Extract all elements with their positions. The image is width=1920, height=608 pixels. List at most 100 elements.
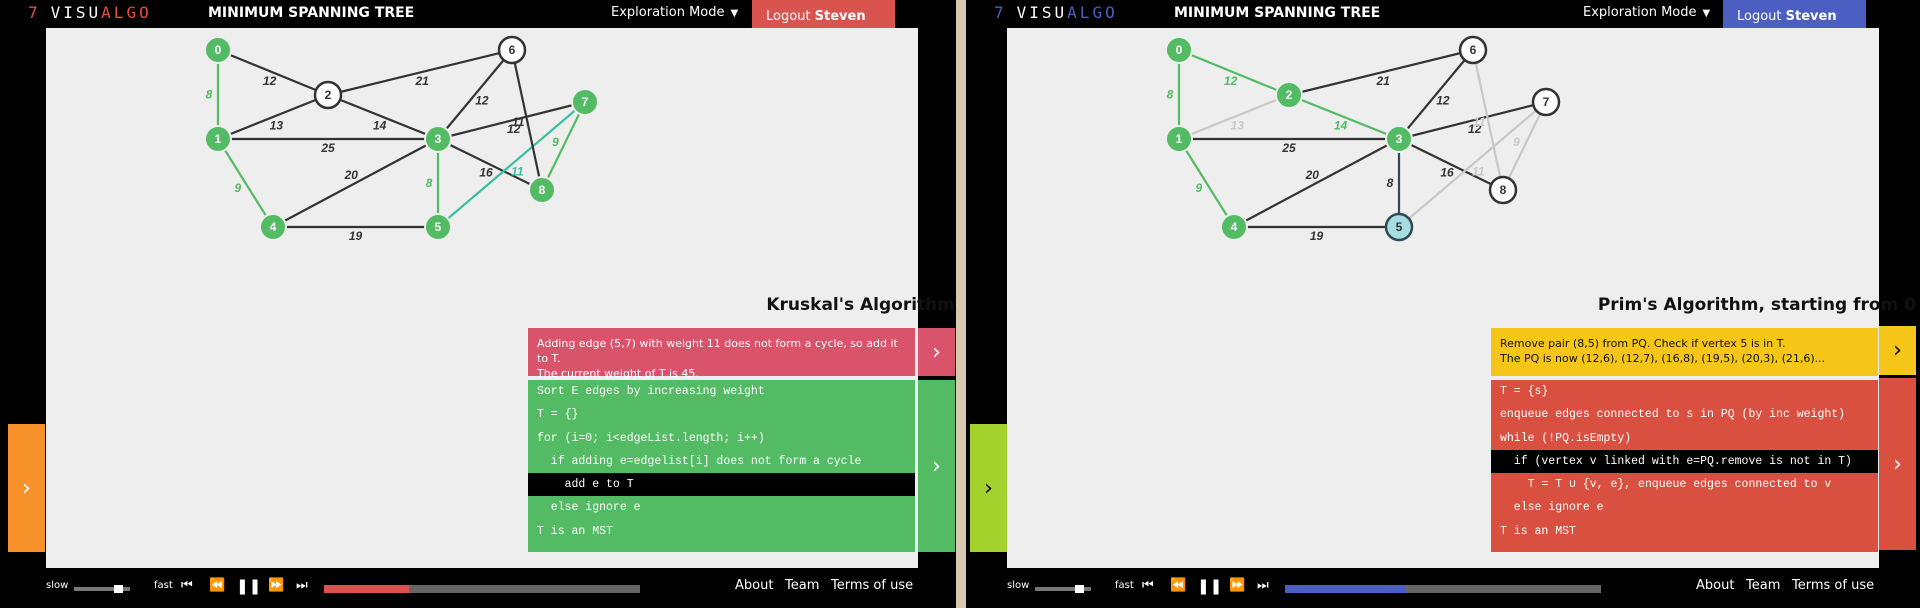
team-link[interactable]: Team [785,578,819,593]
edge-2-6 [1288,48,1474,97]
algorithm-title: Prim's Algorithm, starting from 0 [1597,295,1916,315]
code-line: T = {s} [1500,385,1549,398]
edge-weight-label: 21 [414,74,429,88]
vertex-label: 7 [582,95,589,109]
last-icon[interactable]: ⏭ [1257,578,1269,593]
first-icon[interactable]: ⏮ [181,578,193,593]
vertex-label: 1 [1176,132,1183,146]
edge-0-2 [1178,48,1290,97]
status-toggle-button[interactable]: › [918,328,955,376]
speed-slider[interactable] [1035,585,1091,593]
edge-weight-label: 8 [206,88,213,102]
edge-weight-label: 25 [1281,141,1296,155]
code-line: T = {} [537,408,579,422]
code-toggle-button[interactable]: › [1879,378,1916,550]
edge-weight-label: 9 [235,181,242,195]
speed-slow-label: slow [1007,580,1030,591]
chevron-down-icon: ▼ [1702,8,1711,19]
vertex-label: 6 [509,43,516,57]
about-link[interactable]: About [735,578,773,593]
edge-weight-label: 16 [479,166,493,180]
edge-7-8 [541,101,586,191]
chevron-right-icon: › [984,475,993,501]
side-panel-toggle[interactable]: › [8,424,45,552]
next-icon[interactable]: ⏩ [1229,578,1245,593]
edge-weight-label: 9 [1196,181,1203,195]
vertex-label: 3 [1396,132,1403,146]
pseudocode-panel: T = {s} enqueue edges connected to s in P… [1491,380,1878,552]
edge-weight-label: 11 [512,115,525,129]
mode-label: Exploration Mode [1583,5,1697,20]
vertex-label: 4 [270,220,277,234]
edge-weight-label: 8 [426,176,433,190]
visualgo-logo[interactable]: 7 VISUALGO [28,3,152,22]
left-panel: 7 VISUALGO MINIMUM SPANNING TREE Explorat… [0,0,956,608]
pause-icon[interactable]: ❚❚ [236,577,261,595]
edge-weight-label: 20 [1305,168,1320,182]
speed-knob[interactable] [1075,585,1085,593]
edge-2-3 [1288,93,1400,141]
edge-1-2 [217,93,329,141]
edge-weight-label: 13 [270,118,284,132]
edge-weight-label: 12 [263,74,277,88]
team-link[interactable]: Team [1746,578,1780,593]
prev-icon[interactable]: ⏪ [1170,578,1186,593]
mode-dropdown[interactable]: Exploration Mode ▼ [611,5,738,20]
edge-1-2 [1178,93,1290,141]
edge-weight-label: 11 [511,164,524,178]
speed-slider[interactable] [74,585,130,593]
terms-link[interactable]: Terms of use [831,578,913,593]
edge-0-2 [217,48,329,97]
vertex-label: 2 [325,88,332,102]
speed-slow-label: slow [46,580,69,591]
first-icon[interactable]: ⏮ [1142,578,1154,593]
top-bar: 7 VISUALGO MINIMUM SPANNING TREE Explorat… [966,0,1920,58]
mode-dropdown[interactable]: Exploration Mode ▼ [1583,5,1710,20]
pause-icon[interactable]: ❚❚ [1197,577,1222,595]
vertex-label: 7 [1543,95,1550,109]
graph-canvas: 8 12 13 25 9 14 21 20 8 12 12 16 19 11 11 9 0 1 2 3 4 5 6 7 8 Kr… [46,28,955,568]
status-line: The current weight of T is 45. [537,367,699,380]
chevron-right-icon: › [932,453,941,479]
next-icon[interactable]: ⏩ [268,578,284,593]
edge-2-3 [327,93,439,141]
page-title: MINIMUM SPANNING TREE [1174,5,1381,21]
vertex-label: 8 [1500,183,1507,197]
vertex-label: 5 [435,220,442,234]
prev-icon[interactable]: ⏪ [209,578,225,593]
code-line: while (!PQ.isEmpty) [1500,431,1632,445]
edge-weight-label: 19 [349,229,363,243]
code-line: else ignore e [1500,501,1604,515]
algorithm-title: Kruskal's Algorithm [766,295,955,315]
last-icon[interactable]: ⏭ [296,578,308,593]
edge-weight-label: 12 [475,93,489,107]
edge-weight-label: 12 [1224,74,1238,88]
status-toggle-button[interactable]: › [1879,326,1916,375]
progress-bar[interactable] [1285,585,1601,593]
edge-3-4 [272,138,439,228]
chevron-right-icon: › [1893,338,1902,363]
edge-weight-label: 11 [1473,115,1486,129]
code-toggle-button[interactable]: › [918,380,955,552]
edge-weight-label: 9 [552,135,559,149]
status-message: Adding edge (5,7) with weight 11 does no… [528,328,915,380]
code-line: add e to T [528,473,915,497]
about-link[interactable]: About [1696,578,1734,593]
vertex-label: 0 [1176,43,1183,57]
edge-3-4 [1233,138,1400,228]
edge-weight-label: 14 [373,118,387,132]
edge-weight-label: 11 [1472,164,1485,178]
vertex-label: 4 [1231,220,1238,234]
speed-knob[interactable] [114,585,124,593]
code-line: Sort E edges by increasing weight [537,385,765,398]
pseudocode-panel: Sort E edges by increasing weight T = {} f… [528,380,915,552]
status-line: The PQ is now (12,6), (12,7), (16,8), (1… [1500,352,1826,365]
top-bar: 7 VISUALGO MINIMUM SPANNING TREE Explorat… [0,0,956,58]
progress-bar[interactable] [324,585,640,593]
code-line: T is an MST [1500,524,1576,538]
terms-link[interactable]: Terms of use [1792,578,1874,593]
code-line: enqueue edges connected to s in PQ (by i… [1500,408,1846,422]
visualgo-logo[interactable]: 7 VISUALGO [994,3,1118,22]
edge-weight-label: 12 [1436,93,1450,107]
side-panel-toggle[interactable]: › [970,424,1007,552]
